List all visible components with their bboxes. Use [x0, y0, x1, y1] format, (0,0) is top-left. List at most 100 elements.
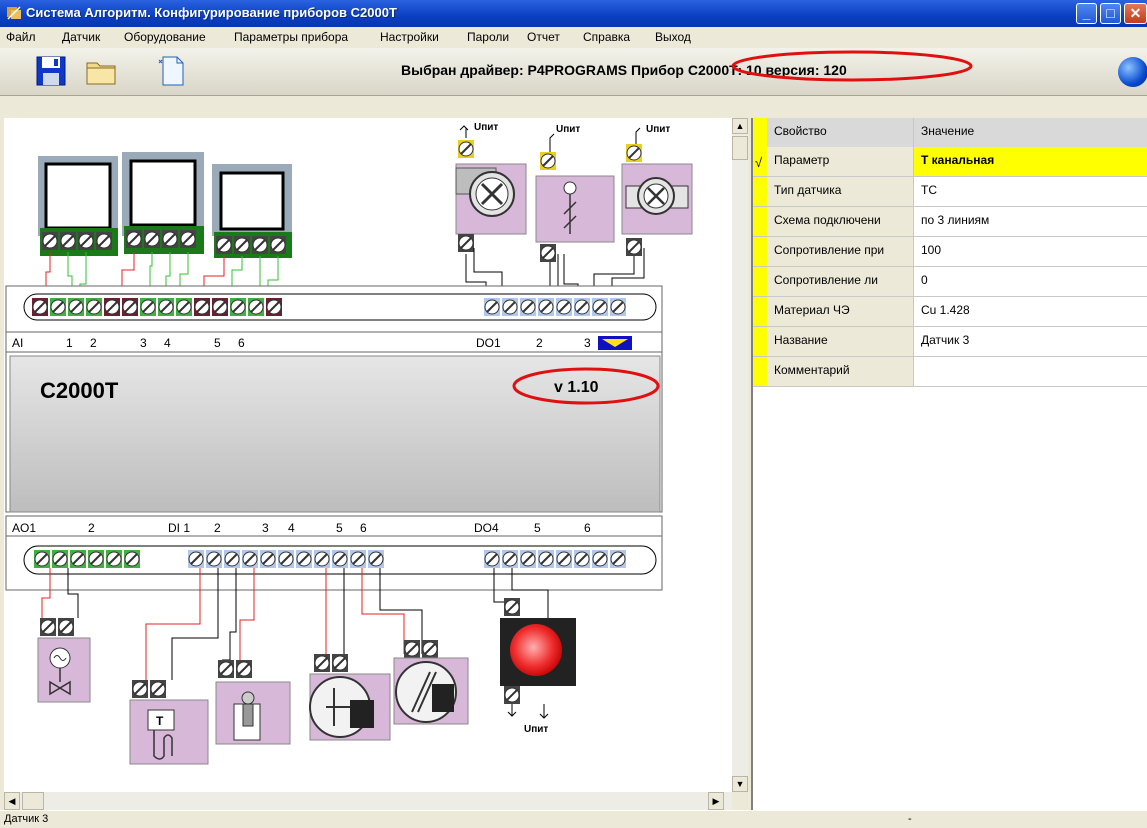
scroll-left-icon[interactable]: ◀: [4, 792, 20, 810]
svg-text:Uпит: Uпит: [524, 724, 548, 735]
menu-sensor[interactable]: Датчик: [62, 30, 100, 44]
device-version: v 1.10: [554, 379, 599, 396]
toggle-switch[interactable]: [215, 659, 291, 745]
valve-actuator[interactable]: Uпит: [535, 124, 615, 263]
property-row[interactable]: Комментарий: [753, 357, 1147, 387]
horizontal-scrollbar[interactable]: ◀ ▶: [4, 792, 732, 810]
property-name: Материал ЧЭ: [767, 297, 914, 326]
scroll-down-icon[interactable]: ▼: [732, 776, 748, 792]
scroll-up-icon[interactable]: ▲: [732, 118, 748, 134]
svg-text:AI: AI: [12, 336, 23, 350]
header-value: Значение: [914, 118, 1147, 147]
maximize-icon: □: [1106, 5, 1115, 21]
property-row[interactable]: √ Параметр Т канальная: [753, 147, 1147, 177]
property-name: Сопротивление при: [767, 237, 914, 266]
svg-text:5: 5: [214, 336, 221, 350]
property-value[interactable]: 100: [914, 237, 1147, 266]
menu-equipment[interactable]: Оборудование: [124, 30, 206, 44]
title-bar: Система Алгоритм. Конфигурирование прибо…: [0, 0, 1147, 27]
svg-text:6: 6: [238, 336, 245, 350]
property-row[interactable]: Название Датчик 3: [753, 327, 1147, 357]
menu-file[interactable]: Файл: [6, 30, 36, 44]
property-name: Сопротивление ли: [767, 267, 914, 296]
open-folder-button[interactable]: [84, 54, 118, 88]
svg-text:AO1: AO1: [12, 521, 36, 535]
svg-text:2: 2: [90, 336, 97, 350]
menu-bar: Файл Датчик Оборудование Параметры прибо…: [0, 27, 1147, 47]
property-value[interactable]: ТС: [914, 177, 1147, 206]
pressure-switch[interactable]: [309, 653, 391, 741]
device-body[interactable]: С2000Т v 1.10: [5, 351, 663, 513]
status-bar: Датчик 3 -: [0, 810, 1147, 828]
fan-unit[interactable]: Uпит: [455, 122, 527, 253]
minimize-icon: _: [1082, 5, 1091, 21]
svg-text:Uпит: Uпит: [646, 124, 670, 135]
alarm-lamp[interactable]: Uпит: [500, 597, 576, 735]
bottom-label-row: AO1 2 DI 1 2 3 4 5 6 DO4 5 6: [5, 515, 663, 537]
fan-unit[interactable]: Uпит: [621, 124, 693, 257]
property-name: Название: [767, 327, 914, 356]
close-button[interactable]: ✕: [1124, 3, 1147, 24]
svg-text:2: 2: [214, 521, 221, 535]
svg-text:T: T: [156, 714, 164, 728]
property-value[interactable]: Датчик 3: [914, 327, 1147, 356]
new-file-button[interactable]: [155, 54, 189, 88]
property-name: Параметр: [767, 147, 914, 176]
property-value[interactable]: Cu 1.428: [914, 297, 1147, 326]
menu-passwords[interactable]: Пароли: [467, 30, 509, 44]
property-row[interactable]: Материал ЧЭ Cu 1.428: [753, 297, 1147, 327]
top-terminal-bar: [5, 285, 663, 333]
property-grid-header: Свойство Значение: [753, 118, 1147, 148]
driver-highlight-ellipse: [731, 50, 973, 82]
svg-text:2: 2: [536, 336, 543, 350]
temperature-sensor[interactable]: T: [129, 679, 209, 765]
menu-settings[interactable]: Настройки: [380, 30, 439, 44]
header-property: Свойство: [767, 118, 914, 147]
svg-text:DI 1: DI 1: [168, 521, 190, 535]
svg-text:2: 2: [88, 521, 95, 535]
property-row[interactable]: Сопротивление ли 0: [753, 267, 1147, 297]
property-value[interactable]: [914, 357, 1147, 386]
svg-text:6: 6: [360, 521, 367, 535]
window-title: Система Алгоритм. Конфигурирование прибо…: [26, 5, 397, 20]
valve-actuator[interactable]: [37, 617, 91, 703]
flow-switch[interactable]: [393, 639, 469, 725]
property-value[interactable]: Т канальная: [914, 147, 1147, 176]
vertical-scroll-thumb[interactable]: [732, 136, 748, 160]
svg-text:Uпит: Uпит: [556, 124, 580, 135]
scroll-right-icon[interactable]: ▶: [708, 792, 724, 810]
vertical-scrollbar[interactable]: ▲ ▼: [732, 118, 748, 792]
maximize-button[interactable]: □: [1100, 3, 1121, 24]
status-text: Датчик 3: [4, 813, 49, 825]
minimize-button[interactable]: _: [1076, 3, 1097, 24]
svg-text:4: 4: [164, 336, 171, 350]
schema-canvas[interactable]: Uпит Uпит Uпит AI 1 2 3 4 5 6 DO1 2 3 С2…: [4, 118, 732, 792]
status-text-right: -: [908, 813, 912, 825]
horizontal-scroll-thumb[interactable]: [22, 792, 44, 810]
display-panel[interactable]: [212, 164, 292, 236]
property-name: Схема подключени: [767, 207, 914, 236]
svg-text:1: 1: [66, 336, 73, 350]
property-row[interactable]: Сопротивление при 100: [753, 237, 1147, 267]
save-button[interactable]: [34, 54, 68, 88]
property-value[interactable]: 0: [914, 267, 1147, 296]
display-panel[interactable]: [122, 152, 204, 236]
menu-report[interactable]: Отчет: [527, 30, 560, 44]
app-icon: [7, 6, 21, 20]
property-row[interactable]: Схема подключени по 3 линиям: [753, 207, 1147, 237]
display-panel[interactable]: [38, 156, 118, 236]
property-grid: Свойство Значение √ Параметр Т канальная…: [751, 118, 1147, 810]
property-row[interactable]: Тип датчика ТС: [753, 177, 1147, 207]
svg-text:3: 3: [140, 336, 147, 350]
svg-text:DO1: DO1: [476, 336, 501, 350]
menu-exit[interactable]: Выход: [655, 30, 691, 44]
device-schema: Uпит Uпит Uпит AI 1 2 3 4 5 6 DO1 2 3 С2…: [5, 122, 693, 765]
property-name: Тип датчика: [767, 177, 914, 206]
svg-text:Uпит: Uпит: [474, 122, 498, 133]
globe-icon[interactable]: [1118, 57, 1147, 87]
menu-device-params[interactable]: Параметры прибора: [234, 30, 348, 44]
property-value[interactable]: по 3 линиям: [914, 207, 1147, 236]
menu-help[interactable]: Справка: [583, 30, 630, 44]
top-label-row: AI 1 2 3 4 5 6 DO1 2 3: [5, 331, 663, 353]
svg-text:3: 3: [584, 336, 591, 350]
